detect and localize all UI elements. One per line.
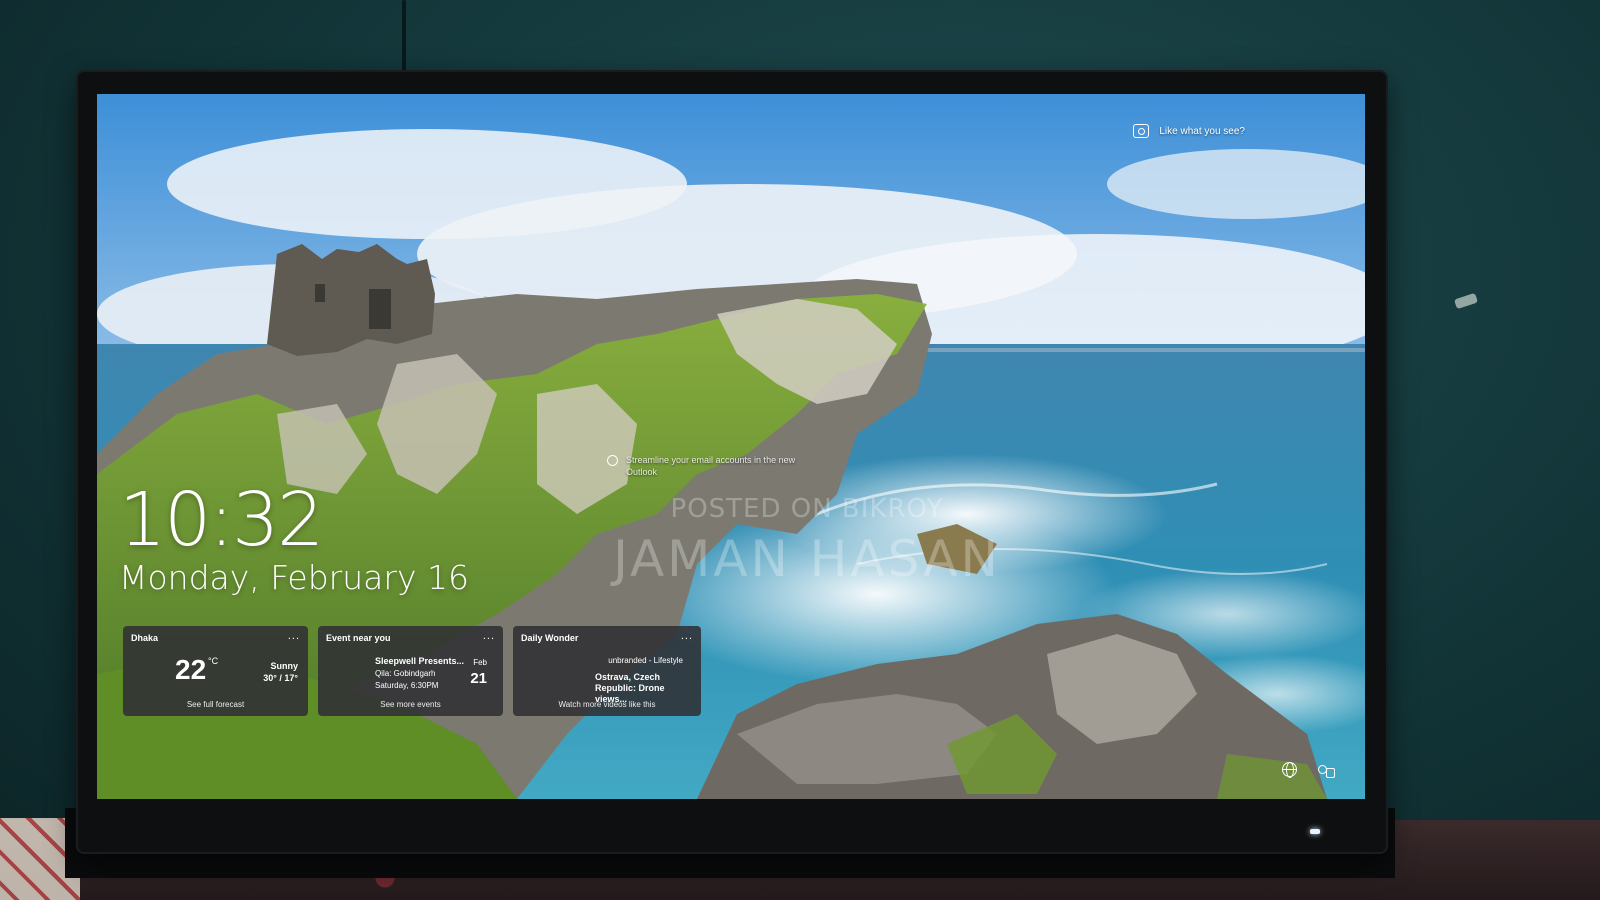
event-day: 21 <box>470 670 487 687</box>
clock-time: 10:32 <box>119 477 324 563</box>
camera-icon <box>1133 124 1150 138</box>
event-menu-button[interactable]: ... <box>483 630 495 642</box>
event-time: Saturday, 6:30PM <box>375 681 439 690</box>
power-cable <box>402 0 406 76</box>
weather-unit: °C <box>208 656 219 666</box>
daily-wonder-title: Daily Wonder <box>521 633 579 643</box>
spotlight-label: Like what you see? <box>1159 125 1245 137</box>
weather-range: 30° / 17° <box>263 673 298 683</box>
event-widget-title: Event near you <box>326 633 391 643</box>
weather-temperature: 22 <box>175 654 207 685</box>
daily-wonder-widget[interactable]: Daily Wonder ... unbranded - Lifestyle O… <box>513 626 701 716</box>
watermark: POSTED ON BIKROY JAMAN HASAN <box>567 494 1047 588</box>
watermark-line2: JAMAN HASAN <box>613 530 1001 588</box>
tip-text: Streamline your email accounts in the ne… <box>626 455 796 477</box>
event-place: Qila: Gobindgarh <box>375 669 436 678</box>
daily-wonder-menu-button[interactable]: ... <box>681 630 693 642</box>
power-led <box>1310 829 1320 834</box>
event-widget[interactable]: Event near you ... Sleepwell Presents...… <box>318 626 503 716</box>
accessibility-icon[interactable] <box>1317 763 1335 778</box>
weather-condition: Sunny 30° / 17° <box>263 660 298 684</box>
watermark-line1: POSTED ON BIKROY <box>670 494 944 524</box>
weather-widget[interactable]: Dhaka ... 22 °C Sunny 30° / 17° See full… <box>123 626 308 716</box>
event-name: Sleepwell Presents... <box>375 656 465 666</box>
weather-menu-button[interactable]: ... <box>288 630 300 642</box>
weather-forecast-link[interactable]: See full forecast <box>123 700 308 709</box>
event-month: Feb <box>473 658 487 667</box>
tip-icon <box>607 455 618 466</box>
daily-wonder-more-link[interactable]: Watch more videos like this <box>513 700 701 709</box>
lock-screen[interactable]: Like what you see? Streamline your email… <box>97 94 1365 799</box>
lock-clock: 10:32 Monday, February 16 <box>119 482 469 598</box>
lock-widgets: Dhaka ... 22 °C Sunny 30° / 17° See full… <box>123 626 701 716</box>
daily-wonder-source: unbranded - Lifestyle <box>608 656 683 665</box>
lock-system-icons <box>1282 762 1335 778</box>
wall-hook <box>1453 292 1479 310</box>
spotlight-tip[interactable]: Streamline your email accounts in the ne… <box>607 454 796 478</box>
clock-date: Monday, February 16 <box>119 558 469 597</box>
weather-city: Dhaka <box>131 633 159 643</box>
globe-icon[interactable] <box>1282 762 1297 778</box>
event-more-link[interactable]: See more events <box>318 700 503 709</box>
weather-condition-label: Sunny <box>270 661 298 671</box>
spotlight-prompt[interactable]: Like what you see? <box>1133 124 1245 138</box>
